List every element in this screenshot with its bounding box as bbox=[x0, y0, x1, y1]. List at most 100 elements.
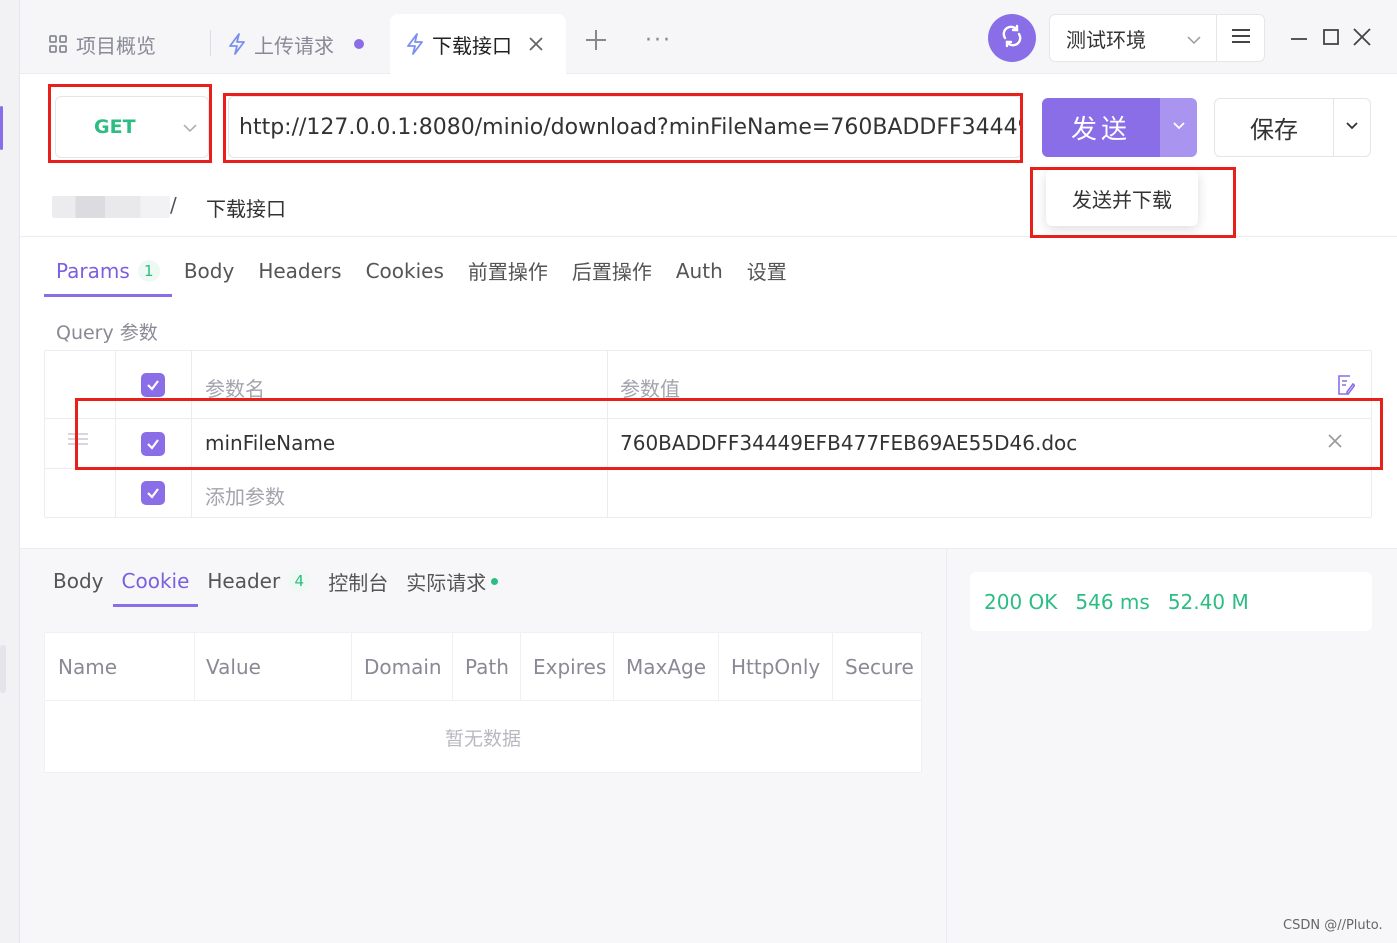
breadcrumb-folder-redacted[interactable] bbox=[52, 196, 170, 218]
tab-headers[interactable]: Headers bbox=[246, 244, 353, 297]
minimize-icon[interactable] bbox=[1290, 26, 1308, 45]
tab-pre-operations-label: 前置操作 bbox=[467, 260, 548, 284]
environment-label: 测试环境 bbox=[1066, 27, 1146, 52]
tab-upload-label: 上传请求 bbox=[254, 33, 334, 58]
empty-state-text: 暂无数据 bbox=[444, 727, 521, 750]
tab-overview[interactable]: 项目概览 bbox=[48, 14, 156, 74]
page-title: 下载接口 bbox=[206, 197, 286, 221]
cookie-table: Name Value Domain Path Expires MaxAge Ht… bbox=[44, 632, 922, 773]
environment-menu-button[interactable] bbox=[1216, 14, 1265, 62]
row-checkbox[interactable] bbox=[141, 481, 165, 505]
column-header: HttpOnly bbox=[731, 655, 821, 679]
send-label: 发送 bbox=[1070, 115, 1131, 145]
status-dot bbox=[491, 577, 499, 585]
response-status-card: 200 OK 546 ms 52.40 M bbox=[970, 572, 1372, 631]
save-label: 保存 bbox=[1250, 116, 1298, 144]
column-divider bbox=[194, 633, 195, 701]
add-param-input[interactable]: 添加参数 bbox=[205, 481, 285, 510]
window-close-icon[interactable] bbox=[1352, 27, 1372, 51]
url-input[interactable]: http://127.0.0.1:8080/minio/download?min… bbox=[228, 96, 1022, 158]
tab-upload[interactable]: 上传请求 bbox=[228, 14, 364, 74]
send-and-download-label: 发送并下载 bbox=[1072, 187, 1172, 212]
response-time: 546 ms bbox=[1075, 589, 1150, 614]
param-name-header: 参数名 bbox=[205, 377, 265, 401]
tab-body-label: Body bbox=[183, 258, 235, 283]
column-header: Domain bbox=[364, 655, 442, 679]
divider bbox=[20, 236, 1397, 237]
tab-params[interactable]: Params 1 bbox=[44, 244, 172, 297]
tab-bar: 项目概览 上传请求 下载接口 ··· 测试环境 bbox=[20, 0, 1397, 74]
tab-pre-operations[interactable]: 前置操作 bbox=[456, 244, 560, 297]
bulk-edit-icon[interactable] bbox=[1337, 375, 1356, 399]
rail-indicator bbox=[0, 106, 3, 150]
tab-post-operations[interactable]: 后置操作 bbox=[560, 244, 664, 297]
response-size: 52.40 M bbox=[1167, 589, 1249, 614]
send-dropdown-button[interactable] bbox=[1160, 98, 1197, 157]
select-all-checkbox[interactable] bbox=[141, 373, 165, 397]
tab-auth-label: Auth bbox=[675, 258, 723, 283]
url-text: http://127.0.0.1:8080/minio/download?min… bbox=[239, 114, 1022, 140]
environment-select[interactable]: 测试环境 bbox=[1049, 14, 1217, 62]
hamburger-icon bbox=[1231, 28, 1251, 48]
tab-headers-label: Headers bbox=[258, 258, 342, 283]
status-code: 200 OK bbox=[984, 589, 1058, 614]
chevron-down-icon bbox=[1345, 118, 1359, 137]
params-header-row: 参数名 参数值 bbox=[45, 351, 1371, 419]
chevron-down-icon bbox=[1172, 118, 1186, 137]
empty-state: 暂无数据 bbox=[45, 702, 921, 772]
tab-settings-label: 设置 bbox=[746, 260, 787, 284]
left-rail bbox=[0, 0, 20, 943]
lightning-icon bbox=[228, 33, 246, 55]
param-name-field[interactable]: minFileName bbox=[205, 431, 335, 455]
rail-handle[interactable] bbox=[0, 645, 6, 693]
resp-tab-console[interactable]: 控制台 bbox=[319, 555, 397, 607]
column-header: MaxAge bbox=[626, 655, 707, 679]
param-value-field[interactable]: 760BADDFF34449EFB477FEB69AE55D46.doc bbox=[620, 431, 1077, 455]
row-checkbox[interactable] bbox=[141, 432, 165, 456]
save-dropdown-button[interactable] bbox=[1333, 98, 1371, 157]
tab-cookies[interactable]: Cookies bbox=[354, 244, 456, 297]
watermark: CSDN @//Pluto. bbox=[1283, 918, 1383, 933]
column-divider bbox=[718, 633, 719, 701]
add-tab-icon[interactable] bbox=[584, 28, 608, 56]
maximize-icon[interactable] bbox=[1322, 28, 1340, 50]
column-divider bbox=[351, 633, 352, 701]
query-params-label: Query 参数 bbox=[56, 322, 158, 344]
header-count-badge: 4 bbox=[288, 570, 311, 592]
drag-handle-icon[interactable] bbox=[67, 431, 89, 451]
column-divider bbox=[452, 633, 453, 701]
method-label: GET bbox=[94, 116, 136, 138]
column-header: Path bbox=[465, 655, 509, 679]
tab-params-label: Params bbox=[56, 258, 130, 283]
request-tabs: Params 1 Body Headers Cookies 前置操作 后置操作 … bbox=[44, 244, 799, 297]
delete-row-icon[interactable] bbox=[1327, 433, 1343, 453]
resp-tab-header[interactable]: Header 4 bbox=[198, 555, 319, 607]
sync-button[interactable] bbox=[988, 14, 1036, 62]
resp-tab-body[interactable]: Body bbox=[44, 555, 113, 607]
table-row: minFileName 760BADDFF34449EFB477FEB69AE5… bbox=[45, 419, 1371, 469]
tab-divider bbox=[210, 30, 211, 56]
tab-overview-label: 项目概览 bbox=[76, 33, 156, 58]
tab-body[interactable]: Body bbox=[172, 244, 247, 297]
unsaved-dot bbox=[354, 39, 364, 49]
tab-auth[interactable]: Auth bbox=[664, 244, 735, 297]
cookie-table-header: Name Value Domain Path Expires MaxAge Ht… bbox=[45, 633, 921, 701]
send-and-download-menu-item[interactable]: 发送并下载 bbox=[1046, 170, 1198, 226]
tab-download-label: 下载接口 bbox=[432, 33, 512, 58]
main-panel: 项目概览 上传请求 下载接口 ··· 测试环境 GET http://127.0… bbox=[20, 0, 1397, 943]
resp-tab-actual-request[interactable]: 实际请求 bbox=[397, 555, 507, 607]
more-icon[interactable]: ··· bbox=[645, 28, 672, 53]
column-header: Expires bbox=[533, 655, 607, 679]
resp-tab-cookie[interactable]: Cookie bbox=[112, 555, 199, 607]
tab-settings[interactable]: 设置 bbox=[735, 244, 799, 297]
method-select[interactable]: GET bbox=[55, 96, 209, 158]
tab-download[interactable]: 下载接口 bbox=[390, 14, 566, 74]
column-header: Value bbox=[206, 655, 261, 679]
column-header: Secure bbox=[845, 655, 914, 679]
chevron-down-icon bbox=[182, 119, 198, 141]
close-icon[interactable] bbox=[528, 36, 544, 52]
resp-tab-header-label: Header bbox=[207, 569, 281, 593]
column-divider bbox=[613, 633, 614, 701]
send-button[interactable]: 发送 bbox=[1042, 98, 1160, 157]
save-button[interactable]: 保存 bbox=[1214, 98, 1334, 157]
